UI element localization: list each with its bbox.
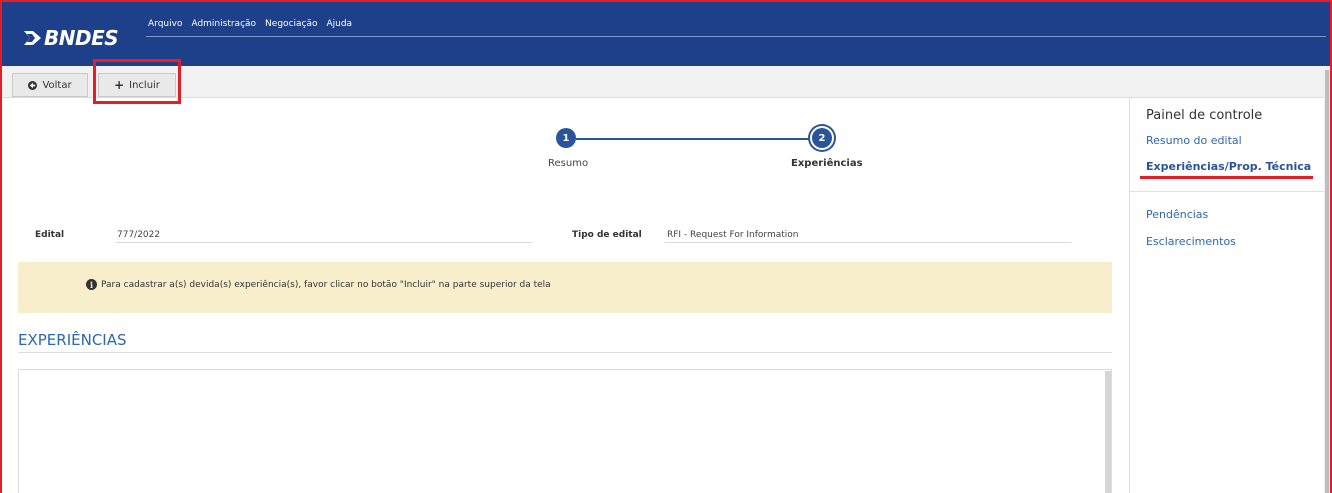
section-title: EXPERIÊNCIAS bbox=[18, 331, 127, 349]
stepper-line bbox=[576, 138, 812, 140]
include-highlight-box bbox=[93, 59, 181, 104]
panel-link-resumo-edital[interactable]: Resumo do edital bbox=[1146, 134, 1242, 147]
panel-divider bbox=[1130, 191, 1325, 192]
back-button-label: Voltar bbox=[42, 79, 72, 91]
main-menu: Arquivo Administração Negociação Ajuda bbox=[148, 19, 352, 29]
panel-link-pendencias[interactable]: Pendências bbox=[1146, 208, 1208, 221]
step-2-label: Experiências bbox=[791, 158, 863, 169]
step-2-circle[interactable]: 2 bbox=[812, 128, 832, 148]
menu-item-negociacao[interactable]: Negociação bbox=[265, 19, 317, 29]
edital-underline bbox=[115, 242, 532, 243]
step-1-label: Resumo bbox=[548, 158, 589, 169]
app-frame: BNDES Arquivo Administração Negociação A… bbox=[0, 0, 1332, 493]
info-icon: i bbox=[86, 279, 97, 290]
experiences-list bbox=[18, 369, 1112, 493]
control-panel-title: Painel de controle bbox=[1146, 108, 1263, 123]
edital-label: Edital bbox=[35, 230, 65, 240]
menu-item-arquivo[interactable]: Arquivo bbox=[148, 19, 182, 29]
arrow-left-circle-icon bbox=[28, 80, 38, 90]
bndes-logo-icon bbox=[24, 31, 41, 45]
tipo-edital-value: RFI - Request For Information bbox=[667, 230, 799, 240]
bndes-logo[interactable]: BNDES bbox=[24, 26, 119, 50]
info-alert-text: Para cadastrar a(s) devida(s) experiênci… bbox=[101, 279, 551, 290]
back-button[interactable]: Voltar bbox=[12, 73, 88, 97]
tipo-edital-label: Tipo de edital bbox=[572, 230, 642, 240]
section-divider bbox=[18, 352, 1112, 353]
page-scrollbar-thumb[interactable] bbox=[1325, 70, 1329, 493]
toolbar: Voltar + Incluir bbox=[2, 66, 1330, 98]
info-alert: i Para cadastrar a(s) devida(s) experiên… bbox=[18, 262, 1112, 313]
menu-item-administracao[interactable]: Administração bbox=[191, 19, 256, 29]
header-bar: BNDES Arquivo Administração Negociação A… bbox=[2, 2, 1330, 66]
step-1-circle[interactable]: 1 bbox=[556, 128, 576, 148]
panel-link-experiencias[interactable]: Experiências/Prop. Técnica bbox=[1146, 160, 1311, 173]
logo-text: BNDES bbox=[44, 26, 119, 50]
control-panel: Painel de controle Resumo do edital Expe… bbox=[1129, 98, 1325, 493]
menu-item-ajuda[interactable]: Ajuda bbox=[326, 19, 352, 29]
menu-divider bbox=[146, 36, 1326, 37]
edital-value: 777/2022 bbox=[117, 230, 161, 240]
info-alert-content: i Para cadastrar a(s) devida(s) experiên… bbox=[86, 279, 551, 290]
panel-link-esclarecimentos[interactable]: Esclarecimentos bbox=[1146, 235, 1236, 248]
tipo-edital-underline bbox=[665, 242, 1071, 243]
experiences-scrollbar[interactable] bbox=[1105, 371, 1111, 493]
active-link-underline bbox=[1140, 176, 1313, 179]
